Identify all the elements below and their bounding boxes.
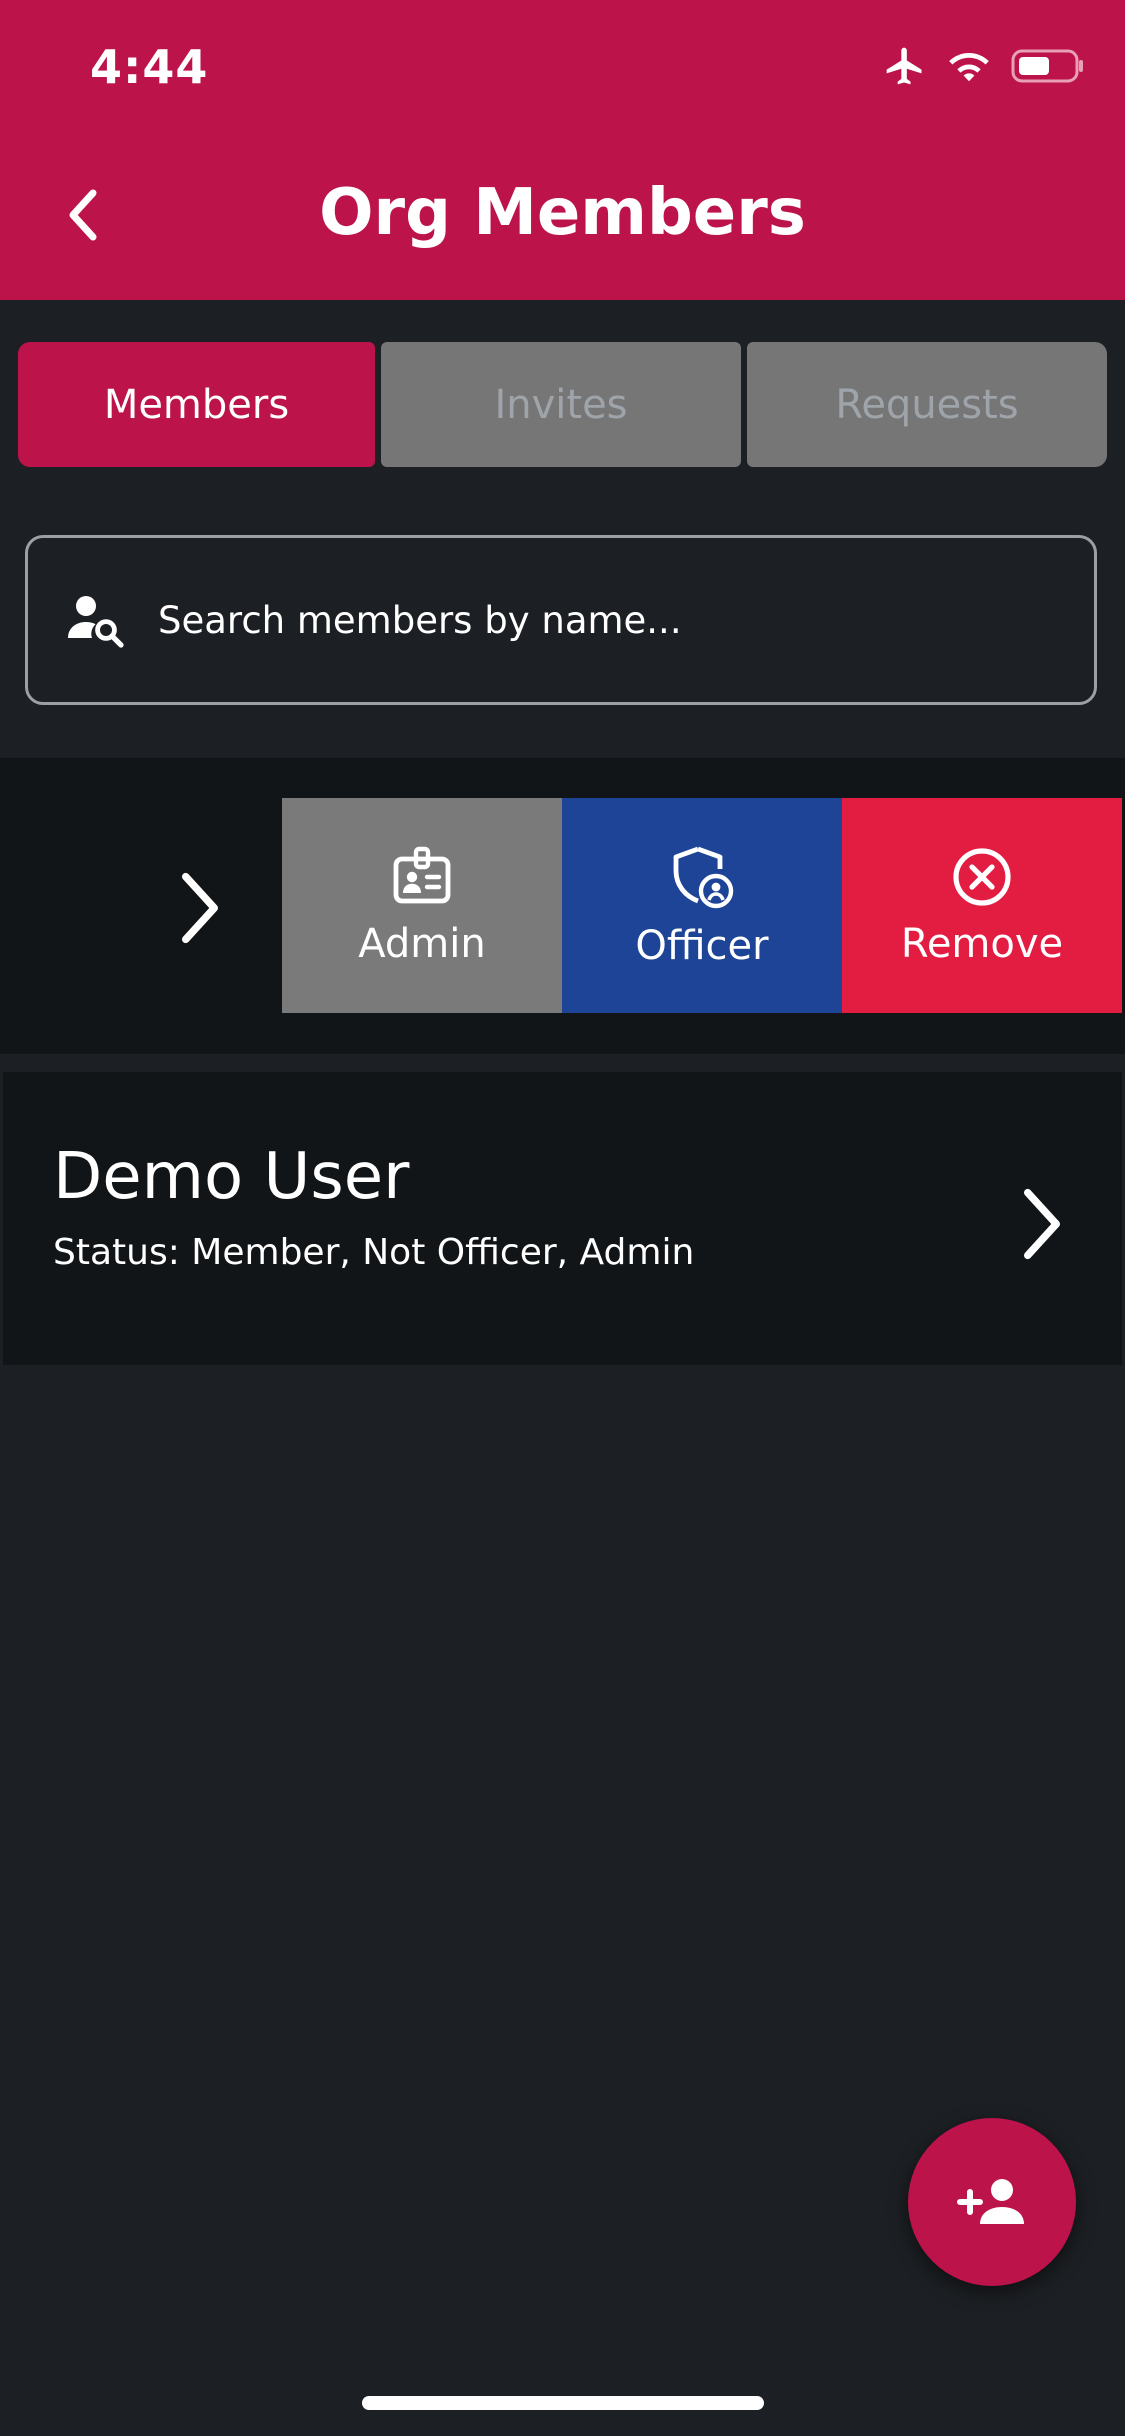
admin-action-button[interactable]: Admin [282, 798, 562, 1013]
member-name: Demo User [53, 1140, 410, 1214]
search-input[interactable] [156, 597, 1040, 643]
add-member-fab[interactable] [908, 2118, 1076, 2286]
remove-action-label: Remove [900, 920, 1064, 967]
tab-members[interactable]: Members [18, 342, 375, 467]
badge-icon [393, 846, 451, 903]
officer-action-label: Officer [635, 922, 769, 969]
circle-x-icon [953, 847, 1011, 906]
search-box[interactable] [25, 535, 1097, 705]
tab-bar: Members Invites Requests [18, 342, 1107, 467]
wifi-icon [947, 48, 991, 88]
battery-icon [1011, 48, 1085, 88]
page-title: Org Members [319, 176, 806, 250]
row-divider [0, 1054, 1125, 1072]
shield-user-icon [673, 846, 734, 908]
tab-invites[interactable]: Invites [381, 342, 741, 467]
remove-action-button[interactable]: Remove [842, 798, 1122, 1013]
chevron-right-icon [170, 868, 230, 948]
airplane-icon [883, 44, 927, 92]
admin-action-label: Admin [358, 920, 486, 967]
chevron-right-icon [1012, 1184, 1072, 1264]
status-icons [883, 46, 1085, 90]
home-indicator [362, 2396, 764, 2410]
member-row[interactable]: Demo User Status: Member, Not Officer, A… [3, 1072, 1122, 1365]
person-search-icon [66, 590, 126, 650]
tab-requests[interactable]: Requests [747, 342, 1107, 467]
member-status: Status: Member, Not Officer, Admin [53, 1232, 695, 1273]
officer-action-button[interactable]: Officer [562, 798, 842, 1013]
status-time: 4:44 [90, 40, 209, 94]
add-person-icon [957, 2179, 1024, 2224]
app-header: 4:44 Org Members [0, 0, 1125, 300]
